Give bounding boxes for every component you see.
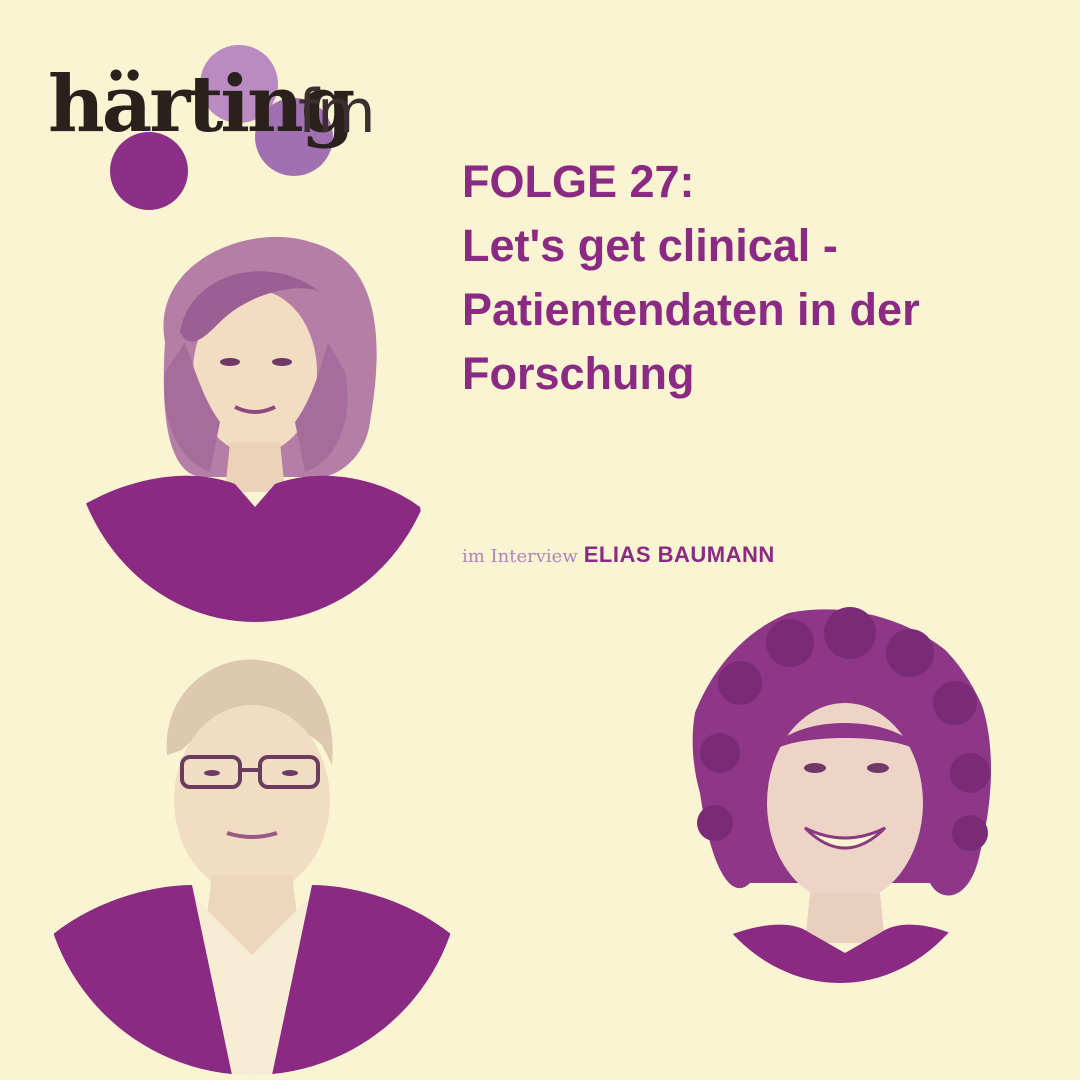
host-portrait-woman bbox=[70, 222, 440, 622]
episode-number: FOLGE 27: bbox=[462, 156, 695, 207]
guest-name: ELIAS BAUMANN bbox=[583, 542, 775, 567]
episode-title-line: Let's get clinical - bbox=[462, 220, 838, 271]
interview-credit: im Interview ELIAS BAUMANN bbox=[462, 542, 775, 568]
episode-title-line: Forschung bbox=[462, 348, 695, 399]
logo-suffix: fm bbox=[298, 77, 376, 147]
interview-prefix: im Interview bbox=[462, 546, 578, 567]
episode-title: FOLGE 27: Let's get clinical - Patienten… bbox=[462, 150, 1062, 406]
brand-logo: härting fm bbox=[0, 0, 420, 230]
episode-title-line: Patientendaten in der bbox=[462, 284, 920, 335]
host-portrait-man bbox=[42, 655, 462, 1075]
guest-portrait bbox=[680, 603, 1000, 983]
